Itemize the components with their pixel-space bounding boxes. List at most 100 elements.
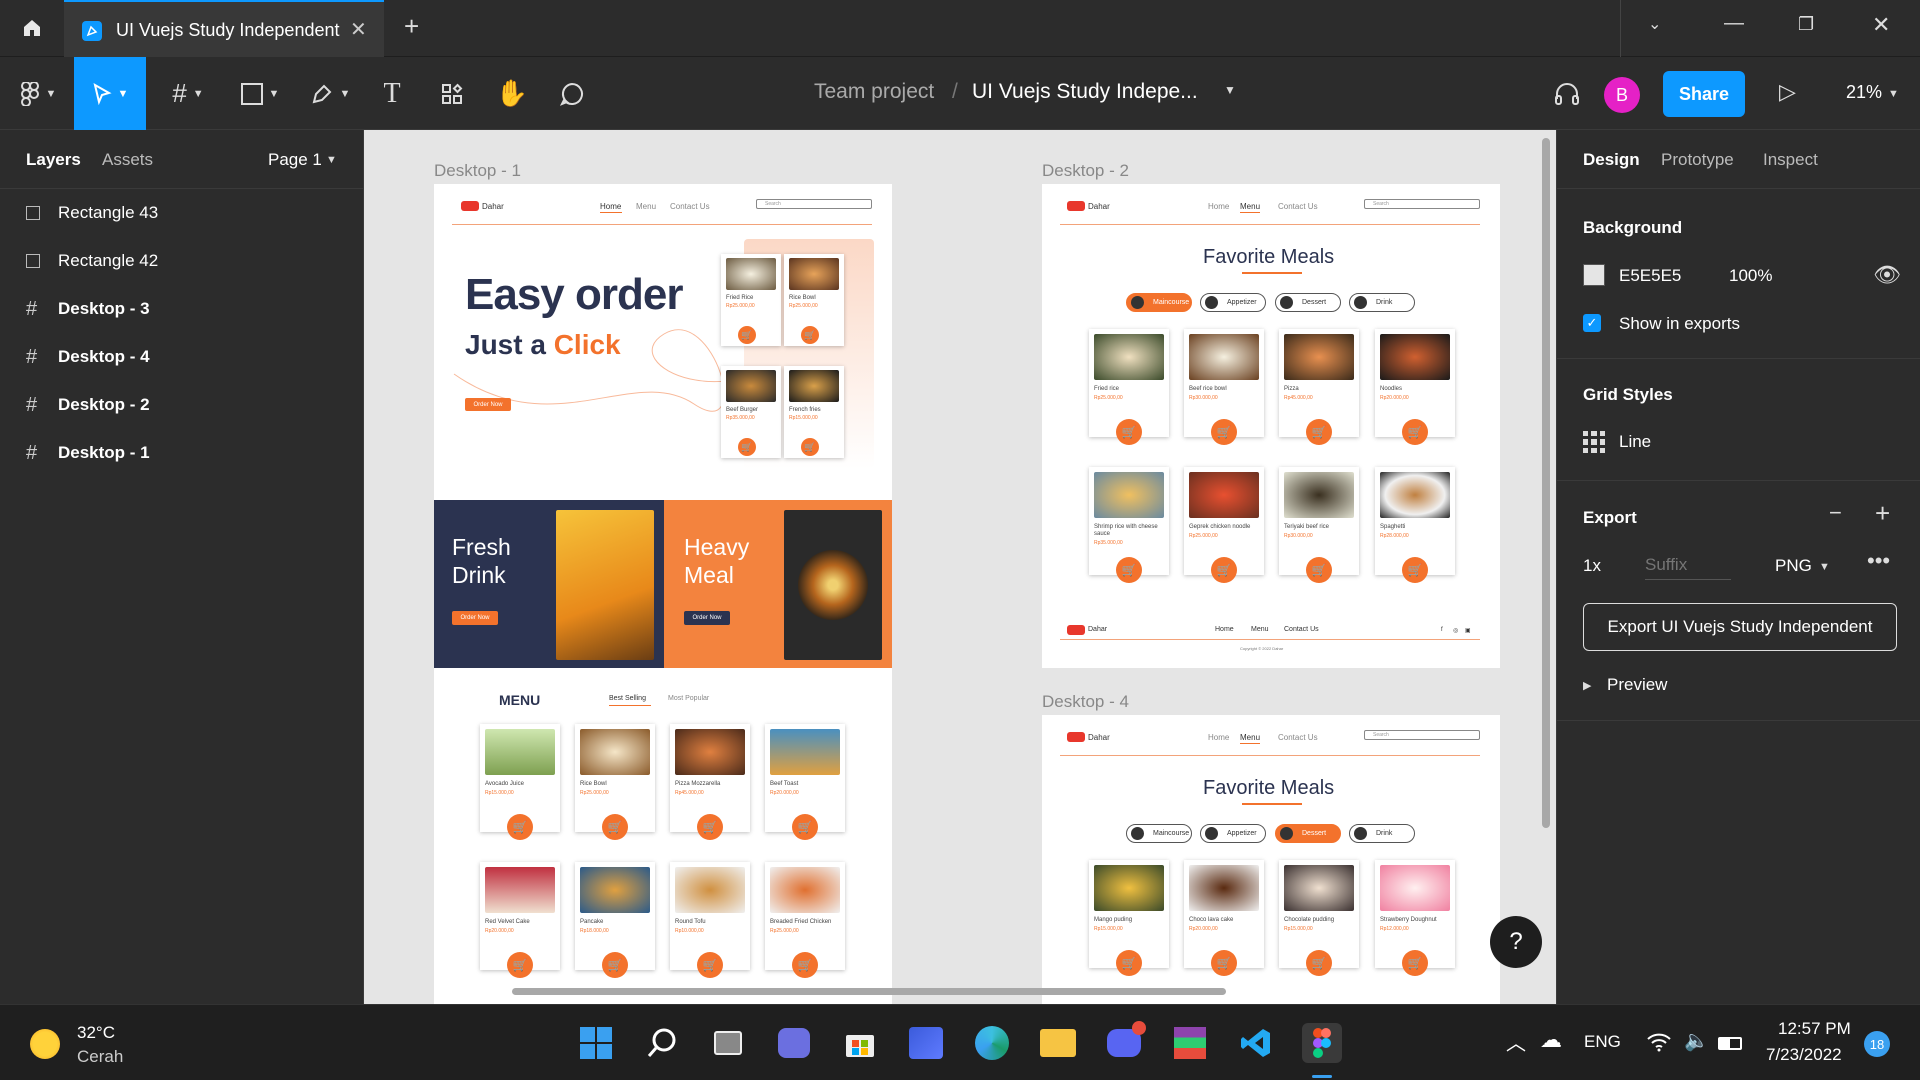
- fav-card[interactable]: Beef rice bowl Rp30.000,00 🛒: [1184, 329, 1264, 445]
- teams-chat-icon[interactable]: [774, 1023, 814, 1063]
- page-selector[interactable]: Page 1: [268, 150, 322, 170]
- frame-desktop-4[interactable]: Dahar Home Menu Contact Us Search Favori…: [1042, 715, 1500, 1004]
- cart-button[interactable]: 🛒: [1402, 419, 1428, 445]
- weather-sun-icon[interactable]: [30, 1029, 60, 1059]
- layer-rectangle-42[interactable]: Rectangle 42: [26, 246, 158, 276]
- menu-card[interactable]: Round Tofu Rp10.000,00 🛒: [670, 862, 750, 978]
- cart-button[interactable]: 🛒: [1211, 950, 1237, 976]
- layer-desktop-1[interactable]: # Desktop - 1: [26, 438, 150, 468]
- cart-button[interactable]: 🛒: [801, 438, 819, 456]
- audio-headphones-icon[interactable]: [1550, 79, 1584, 109]
- menu-tab-most-popular[interactable]: Most Popular: [668, 695, 709, 702]
- search-input[interactable]: Search: [1364, 199, 1480, 209]
- facebook-icon[interactable]: f: [1441, 627, 1443, 633]
- tab-prototype[interactable]: Prototype: [1661, 150, 1734, 170]
- hero-card[interactable]: Beef Burger Rp35.000,00 🛒: [721, 366, 781, 458]
- comment-tool-button[interactable]: [550, 57, 594, 130]
- instagram-icon[interactable]: ◎: [1453, 627, 1458, 634]
- search-input[interactable]: Search: [756, 199, 872, 209]
- hero-card[interactable]: French fries Rp15.000,00 🛒: [784, 366, 844, 458]
- cart-button[interactable]: 🛒: [1306, 557, 1332, 583]
- fav-card[interactable]: Geprek chicken noodle Rp25.000,00 🛒: [1184, 467, 1264, 583]
- close-window-icon[interactable]: ✕: [1872, 12, 1890, 38]
- winrar-icon[interactable]: [1170, 1023, 1210, 1063]
- nav-contact[interactable]: Contact Us: [1278, 202, 1318, 211]
- frame-desktop-1[interactable]: Dahar Home Menu Contact Us Search Easy o…: [434, 184, 892, 1004]
- zoom-chevron-icon[interactable]: ▼: [1888, 88, 1899, 100]
- microsoft-store-icon[interactable]: [840, 1023, 880, 1063]
- office-app-icon[interactable]: [906, 1023, 946, 1063]
- share-button[interactable]: Share: [1663, 71, 1745, 117]
- present-play-icon[interactable]: ▷: [1779, 79, 1796, 105]
- design-canvas[interactable]: Desktop - 1 Desktop - 2 Desktop - 4 Daha…: [364, 130, 1556, 1004]
- fav-card[interactable]: Choco lava cake Rp20.000,00 🛒: [1184, 860, 1264, 976]
- tab-layers[interactable]: Layers: [26, 150, 81, 170]
- cart-button[interactable]: 🛒: [738, 326, 756, 344]
- fav-card[interactable]: Noodles Rp20.000,00 🛒: [1375, 329, 1455, 445]
- cart-button[interactable]: 🛒: [1116, 557, 1142, 583]
- nav-contact[interactable]: Contact Us: [670, 202, 710, 211]
- avatar[interactable]: B: [1604, 77, 1640, 113]
- cart-button[interactable]: 🛒: [507, 952, 533, 978]
- show-hidden-icons[interactable]: ︿: [1506, 1027, 1526, 1056]
- promo-meal-order-button[interactable]: Order Now: [684, 611, 730, 625]
- grid-style-line[interactable]: Line: [1619, 432, 1651, 452]
- maximize-icon[interactable]: ❐: [1798, 14, 1814, 35]
- help-button[interactable]: ?: [1490, 916, 1542, 968]
- tab-assets[interactable]: Assets: [102, 150, 153, 170]
- vscode-icon[interactable]: [1236, 1023, 1276, 1063]
- cart-button[interactable]: 🛒: [1116, 950, 1142, 976]
- export-format[interactable]: PNG: [1775, 556, 1812, 576]
- cart-button[interactable]: 🛒: [792, 952, 818, 978]
- figma-app-icon[interactable]: [1302, 1023, 1342, 1063]
- fav-card[interactable]: Spaghetti Rp28.000,00 🛒: [1375, 467, 1455, 583]
- filter-pill-maincourse[interactable]: Maincourse: [1126, 824, 1192, 843]
- cart-button[interactable]: 🛒: [1211, 419, 1237, 445]
- cart-button[interactable]: 🛒: [801, 326, 819, 344]
- promo-drink-order-button[interactable]: Order Now: [452, 611, 498, 625]
- show-in-exports-checkbox[interactable]: ✓: [1583, 314, 1601, 332]
- layer-desktop-2[interactable]: # Desktop - 2: [26, 390, 150, 420]
- resources-button[interactable]: [432, 57, 472, 130]
- shape-tool-button[interactable]: ▼: [232, 57, 288, 130]
- fav-card[interactable]: Fried rice Rp25.000,00 🛒: [1089, 329, 1169, 445]
- file-name[interactable]: UI Vuejs Study Indepe...: [972, 80, 1198, 104]
- preview-toggle-icon[interactable]: ▶: [1583, 679, 1591, 692]
- filter-pill-dessert[interactable]: Dessert: [1275, 824, 1341, 843]
- hero-order-button[interactable]: Order Now: [465, 398, 511, 411]
- cart-button[interactable]: 🛒: [1116, 419, 1142, 445]
- cart-button[interactable]: 🛒: [507, 814, 533, 840]
- home-icon[interactable]: [12, 10, 52, 46]
- frame-label-desktop-4[interactable]: Desktop - 4: [1042, 692, 1129, 712]
- edge-browser-icon[interactable]: [972, 1023, 1012, 1063]
- more-options-icon[interactable]: •••: [1867, 548, 1890, 574]
- pen-tool-button[interactable]: ▼: [302, 57, 358, 130]
- new-tab-icon[interactable]: +: [404, 11, 419, 42]
- cart-button[interactable]: 🛒: [1211, 557, 1237, 583]
- cart-button[interactable]: 🛒: [602, 814, 628, 840]
- main-menu-button[interactable]: ▼: [8, 57, 68, 130]
- text-tool-button[interactable]: T: [372, 57, 412, 130]
- footer-link-menu[interactable]: Menu: [1251, 626, 1269, 633]
- format-chevron-icon[interactable]: ▼: [1819, 561, 1830, 573]
- minimize-icon[interactable]: —: [1724, 12, 1744, 35]
- fav-card[interactable]: Chocolate pudding Rp15.000,00 🛒: [1279, 860, 1359, 976]
- menu-card[interactable]: Breaded Fried Chicken Rp25.000,00 🛒: [765, 862, 845, 978]
- youtube-icon[interactable]: ▣: [1465, 627, 1471, 634]
- background-opacity[interactable]: 100%: [1729, 266, 1772, 286]
- cart-button[interactable]: 🛒: [738, 438, 756, 456]
- tab-inspect[interactable]: Inspect: [1763, 150, 1818, 170]
- cart-button[interactable]: 🛒: [1402, 950, 1428, 976]
- export-button[interactable]: Export UI Vuejs Study Independent: [1583, 603, 1897, 651]
- wifi-icon[interactable]: [1646, 1031, 1672, 1053]
- menu-card[interactable]: Pancake Rp18.000,00 🛒: [575, 862, 655, 978]
- cart-button[interactable]: 🛒: [1306, 950, 1332, 976]
- layer-rectangle-43[interactable]: Rectangle 43: [26, 198, 158, 228]
- discord-icon[interactable]: [1104, 1021, 1146, 1063]
- filter-pill-appetizer[interactable]: Appetizer: [1200, 293, 1266, 312]
- menu-card[interactable]: Rice Bowl Rp25.000,00 🛒: [575, 724, 655, 840]
- background-swatch[interactable]: [1583, 264, 1605, 286]
- weather-temp[interactable]: 32°C: [77, 1023, 115, 1043]
- nav-menu[interactable]: Menu: [636, 202, 656, 211]
- frame-tool-button[interactable]: # ▼: [160, 57, 216, 130]
